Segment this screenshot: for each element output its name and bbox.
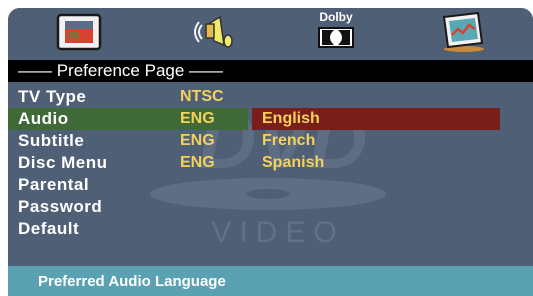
dolby-icon[interactable]: Dolby — [312, 10, 360, 53]
speaker-icon[interactable] — [190, 11, 238, 53]
menu-item-label: TV Type — [18, 87, 87, 106]
status-bar: Preferred Audio Language — [8, 266, 533, 296]
option-label: English — [262, 110, 320, 127]
menu-item-default[interactable]: Default — [8, 218, 248, 240]
option-french[interactable]: French — [252, 130, 500, 152]
menu-item-label: Default — [18, 219, 80, 238]
menu-item-subtitle[interactable]: Subtitle ENG — [8, 130, 248, 152]
menu-item-disc-menu[interactable]: Disc Menu ENG — [8, 152, 248, 174]
menu-item-label: Password — [18, 197, 103, 216]
page-title: —— Preference Page —— — [8, 60, 533, 82]
option-spanish[interactable]: Spanish — [252, 152, 500, 174]
option-label: French — [262, 132, 316, 149]
menu-item-audio[interactable]: Audio ENG — [8, 108, 248, 130]
menu-item-label: Audio — [18, 109, 69, 128]
option-english[interactable]: English — [252, 108, 500, 130]
menu-item-value: ENG — [180, 132, 215, 149]
menu-item-label: Parental — [18, 175, 90, 194]
dvd-osd-screen: Dolby —— Preference Page —— DVD VIDEO TV… — [8, 8, 533, 296]
menu-item-password[interactable]: Password — [8, 196, 248, 218]
menu-item-value: NTSC — [180, 88, 224, 105]
preference-icon[interactable] — [438, 11, 486, 53]
option-label: Spanish — [262, 154, 325, 171]
menu-item-label: Subtitle — [18, 131, 85, 150]
icon-bar: Dolby — [8, 8, 533, 56]
menu-item-label: Disc Menu — [18, 153, 108, 172]
menu-item-tv-type[interactable]: TV Type NTSC — [8, 86, 248, 108]
tv-icon[interactable] — [56, 11, 104, 53]
menu-item-value: ENG — [180, 154, 215, 171]
menu-item-value: ENG — [180, 110, 215, 127]
menu-item-parental[interactable]: Parental — [8, 174, 248, 196]
